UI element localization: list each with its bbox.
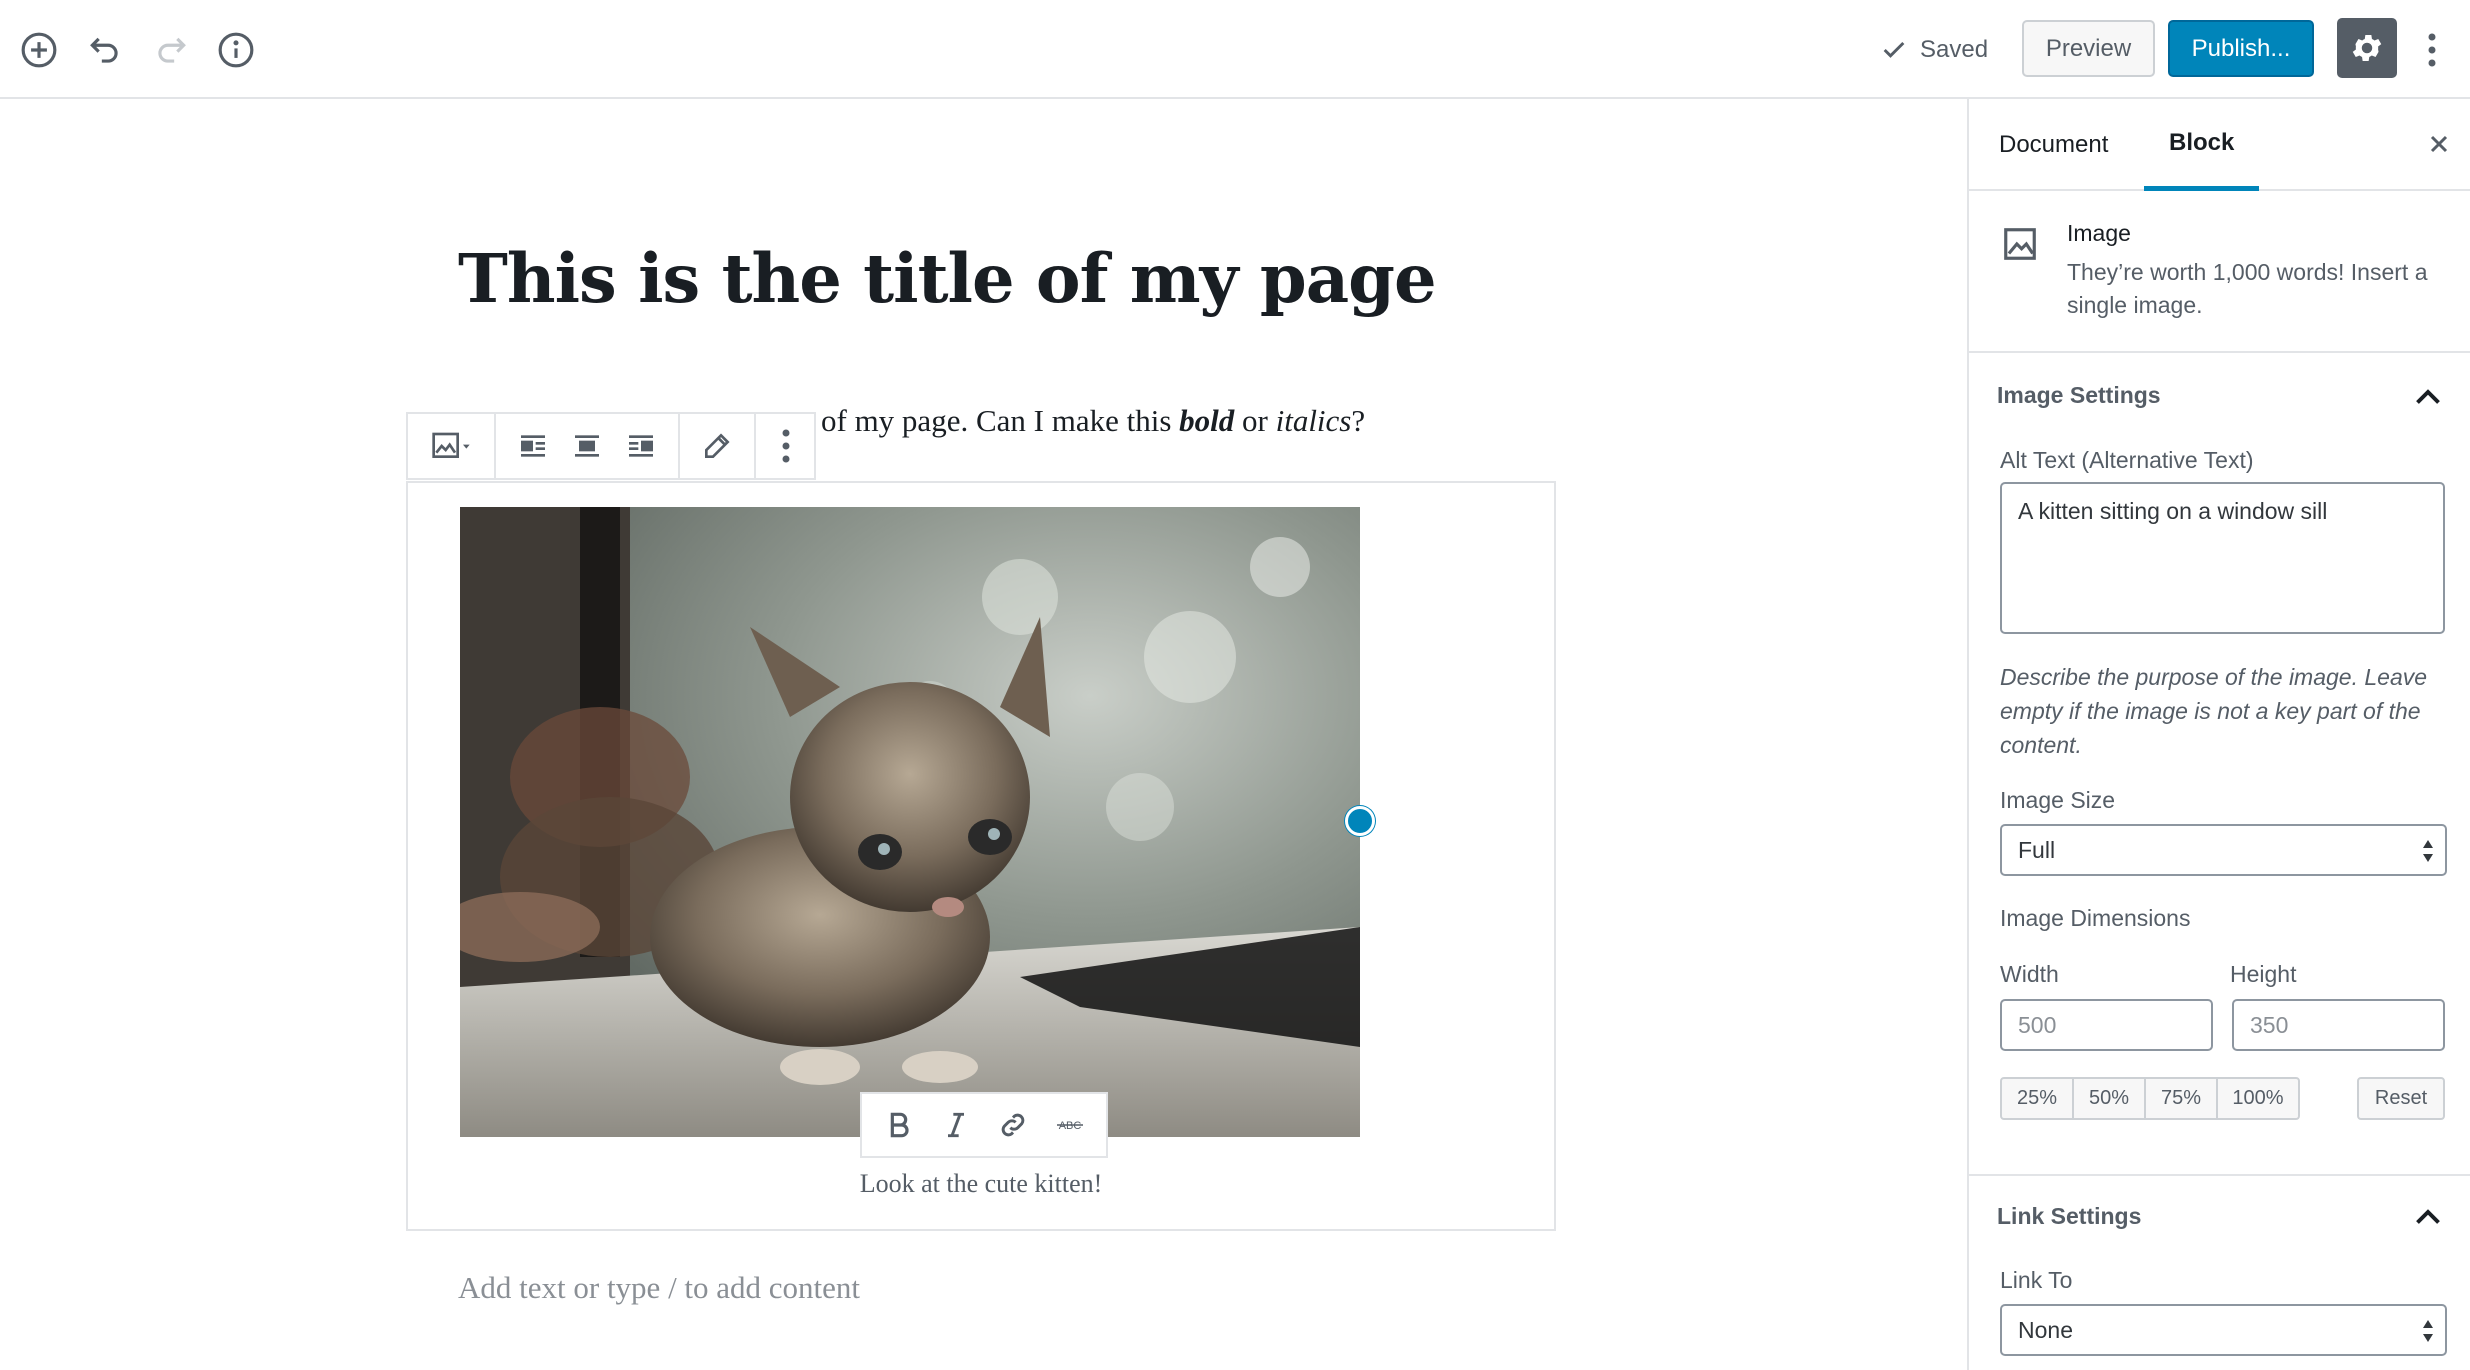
- tab-block[interactable]: Block: [2144, 99, 2260, 191]
- block-toolbar: [406, 412, 816, 480]
- paragraph-text: of my page. Can I make this: [821, 403, 1180, 438]
- chevron-up-icon[interactable]: [2410, 380, 2446, 416]
- image-settings-title[interactable]: Image Settings: [1997, 382, 2161, 409]
- sidebar-tabs: Document Block: [1969, 99, 2470, 191]
- select-arrows-icon: [2423, 1320, 2433, 1342]
- post-title[interactable]: This is the title of my page: [458, 239, 1437, 318]
- publish-button[interactable]: Publish...: [2168, 20, 2314, 77]
- image-block[interactable]: ABC Look at the cute kitten!: [406, 481, 1556, 1231]
- bold-icon[interactable]: [870, 1098, 927, 1152]
- info-icon[interactable]: [211, 25, 261, 75]
- link-to-value: None: [2018, 1316, 2073, 1343]
- close-icon[interactable]: [2414, 119, 2464, 169]
- alt-text-field[interactable]: A kitten sitting on a window sill: [2000, 482, 2445, 634]
- align-right-icon[interactable]: [614, 419, 668, 473]
- paragraph-block[interactable]: of my page. Can I make this bold or ital…: [821, 403, 1365, 439]
- italic-text: italics: [1275, 403, 1352, 438]
- chevron-up-icon[interactable]: [2410, 1200, 2446, 1236]
- bold-italic-text: bold: [1179, 403, 1235, 438]
- add-block-icon[interactable]: [14, 25, 64, 75]
- image-size-select[interactable]: Full: [2000, 824, 2447, 876]
- percent-25-button[interactable]: 25%: [2000, 1077, 2074, 1120]
- editor-header: Saved Preview Publish...: [0, 0, 2470, 99]
- image-caption[interactable]: Look at the cute kitten!: [408, 1169, 1554, 1199]
- image-size-value: Full: [2018, 836, 2056, 863]
- more-menu-icon[interactable]: [2414, 25, 2450, 75]
- link-icon[interactable]: [984, 1098, 1041, 1152]
- link-to-label: Link To: [2000, 1267, 2073, 1293]
- kitten-image[interactable]: [460, 507, 1360, 1137]
- percent-button-group: 25% 50% 75% 100%: [2000, 1077, 2300, 1120]
- redo-icon[interactable]: [146, 25, 196, 75]
- alt-text-label: Alt Text (Alternative Text): [2000, 447, 2254, 473]
- edit-pencil-icon[interactable]: [690, 419, 744, 473]
- percent-50-button[interactable]: 50%: [2072, 1077, 2146, 1120]
- format-toolbar: ABC: [860, 1092, 1108, 1158]
- height-input[interactable]: 350: [2232, 999, 2445, 1051]
- image-dimensions-label: Image Dimensions: [2000, 905, 2191, 931]
- image-resize-handle[interactable]: [1345, 806, 1375, 836]
- checkmark-icon: [1883, 41, 1905, 58]
- block-card-title: Image: [2067, 220, 2131, 246]
- block-type-switcher[interactable]: [418, 419, 484, 473]
- image-size-label: Image Size: [2000, 787, 2116, 813]
- width-label: Width: [2000, 961, 2059, 987]
- gear-icon: [2352, 34, 2382, 62]
- more-vertical-icon[interactable]: [766, 419, 806, 473]
- block-card-description: They’re worth 1,000 words! Insert a sing…: [2067, 259, 2428, 318]
- saved-status: Saved: [1880, 30, 1988, 70]
- align-left-icon[interactable]: [506, 419, 560, 473]
- strikethrough-icon[interactable]: ABC: [1041, 1098, 1098, 1152]
- align-center-icon[interactable]: [560, 419, 614, 473]
- saved-label: Saved: [1920, 36, 1989, 63]
- paragraph-text-end: ?: [1351, 403, 1366, 438]
- settings-toggle-button[interactable]: [2337, 18, 2397, 78]
- default-block-appender[interactable]: Add text or type / to add content: [458, 1270, 860, 1306]
- select-arrows-icon: [2423, 840, 2433, 862]
- kitten-photo: [460, 507, 1360, 1137]
- image-icon: [432, 432, 470, 458]
- width-input[interactable]: 500: [2000, 999, 2213, 1051]
- alt-text-help: Describe the purpose of the image. Leave…: [2000, 664, 2428, 758]
- reset-dimensions-button[interactable]: Reset: [2357, 1077, 2445, 1120]
- paragraph-text-middle: or: [1234, 403, 1276, 438]
- percent-75-button[interactable]: 75%: [2144, 1077, 2218, 1120]
- undo-icon[interactable]: [80, 25, 130, 75]
- svg-text:ABC: ABC: [1058, 1120, 1081, 1132]
- height-label: Height: [2230, 961, 2297, 987]
- tab-document[interactable]: Document: [1999, 99, 2108, 191]
- percent-100-button[interactable]: 100%: [2216, 1077, 2300, 1120]
- link-settings-title[interactable]: Link Settings: [1997, 1203, 2141, 1230]
- italic-icon[interactable]: [927, 1098, 984, 1152]
- link-to-select[interactable]: None: [2000, 1304, 2447, 1356]
- image-icon: [2004, 228, 2036, 260]
- editor-canvas: This is the title of my page of my page.…: [0, 99, 1967, 1370]
- preview-button[interactable]: Preview: [2022, 20, 2155, 77]
- panel-divider: [1969, 1174, 2470, 1176]
